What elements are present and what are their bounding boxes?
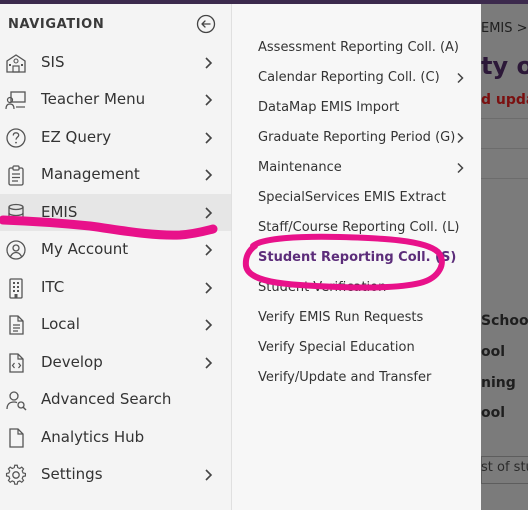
nav-item-teacher-menu[interactable]: Teacher Menu xyxy=(0,81,231,118)
nav-item-label: Local xyxy=(41,315,80,333)
file-icon xyxy=(9,428,24,448)
nav-item-local[interactable]: Local xyxy=(0,306,231,343)
chevron-right-icon xyxy=(205,132,213,144)
user-search-icon xyxy=(6,391,27,411)
user-icon xyxy=(6,240,26,260)
submenu-item-student-verification[interactable]: Student Verification xyxy=(258,280,386,295)
back-arrow-icon[interactable] xyxy=(196,14,216,34)
nav-item-label: EMIS xyxy=(41,203,78,221)
nav-item-my-account[interactable]: My Account xyxy=(0,231,231,268)
divider xyxy=(481,178,528,179)
nav-item-settings[interactable]: Settings xyxy=(0,456,231,493)
submenu-item-assessment-reporting[interactable]: Assessment Reporting Coll. (A) xyxy=(258,40,459,55)
nav-item-label: Advanced Search xyxy=(41,390,172,408)
nav-item-emis[interactable]: EMIS xyxy=(0,194,231,231)
nav-item-label: ITC xyxy=(41,278,65,296)
nav-item-analytics-hub[interactable]: Analytics Hub xyxy=(0,419,231,456)
teacher-icon xyxy=(5,91,26,110)
background-page: EMIS > ty of d upda School ool ning ool … xyxy=(481,4,528,510)
database-icon xyxy=(8,203,24,223)
chevron-right-icon xyxy=(457,162,464,174)
chevron-right-icon xyxy=(205,244,213,256)
alert-text: d upda xyxy=(481,92,528,108)
divider xyxy=(481,148,528,149)
nav-item-advanced-search[interactable]: Advanced Search xyxy=(0,381,231,418)
nav-item-management[interactable]: Management xyxy=(0,156,231,193)
submenu-item-graduate-reporting[interactable]: Graduate Reporting Period (G) xyxy=(258,130,455,145)
nav-item-label: Settings xyxy=(41,465,103,483)
school-icon xyxy=(6,54,26,73)
clipboard-icon xyxy=(8,165,24,186)
chevron-right-icon xyxy=(457,72,464,84)
chevron-right-icon xyxy=(205,207,213,219)
emis-submenu: Assessment Reporting Coll. (A) Calendar … xyxy=(232,4,481,510)
code-file-icon xyxy=(9,353,24,373)
chevron-right-icon xyxy=(205,319,213,331)
list-item: ool xyxy=(481,405,506,421)
chevron-right-icon xyxy=(205,357,213,369)
chevron-right-icon xyxy=(205,282,213,294)
nav-item-label: Analytics Hub xyxy=(41,428,145,446)
chevron-right-icon xyxy=(205,169,213,181)
list-item: ning xyxy=(481,375,516,391)
submenu-item-maintenance[interactable]: Maintenance xyxy=(258,160,342,175)
nav-item-label: Develop xyxy=(41,353,103,371)
nav-item-ez-query[interactable]: EZ Query xyxy=(0,119,231,156)
chevron-right-icon xyxy=(457,132,464,144)
submenu-item-verify-emis-run-requests[interactable]: Verify EMIS Run Requests xyxy=(258,310,423,325)
submenu-item-calendar-reporting[interactable]: Calendar Reporting Coll. (C) xyxy=(258,70,440,85)
breadcrumb: EMIS > xyxy=(481,21,528,36)
chevron-right-icon xyxy=(205,469,213,481)
submenu-item-specialservices-extract[interactable]: SpecialServices EMIS Extract xyxy=(258,190,446,205)
chevron-right-icon xyxy=(205,57,213,69)
chevron-right-icon xyxy=(205,94,213,106)
nav-header: NAVIGATION xyxy=(8,17,105,32)
nav-item-label: Management xyxy=(41,165,140,183)
nav-item-sis[interactable]: SIS xyxy=(0,44,231,81)
submenu-item-student-reporting[interactable]: Student Reporting Coll. (S) xyxy=(258,250,456,265)
nav-item-label: SIS xyxy=(41,53,65,71)
list-item: ool xyxy=(481,344,506,360)
submenu-item-verify-update-transfer[interactable]: Verify/Update and Transfer xyxy=(258,370,431,385)
submenu-item-staff-course-reporting[interactable]: Staff/Course Reporting Coll. (L) xyxy=(258,220,459,235)
nav-item-itc[interactable]: ITC xyxy=(0,269,231,306)
page-title: ty of xyxy=(481,52,528,80)
nav-item-label: Teacher Menu xyxy=(41,90,146,108)
building-icon xyxy=(9,278,23,299)
submenu-item-verify-special-education[interactable]: Verify Special Education xyxy=(258,340,415,355)
list-item: School xyxy=(481,313,528,329)
footer-text: st of stu xyxy=(481,460,528,475)
gear-icon xyxy=(5,464,27,485)
divider xyxy=(481,118,528,119)
nav-item-label: My Account xyxy=(41,240,129,258)
document-icon xyxy=(9,315,24,335)
navigation-panel: NAVIGATION SIS Teacher Menu EZ Query Man… xyxy=(0,4,232,510)
submenu-item-datamap-emis-import[interactable]: DataMap EMIS Import xyxy=(258,100,399,115)
nav-item-label: EZ Query xyxy=(41,128,112,146)
nav-item-develop[interactable]: Develop xyxy=(0,344,231,381)
question-icon xyxy=(6,128,26,148)
